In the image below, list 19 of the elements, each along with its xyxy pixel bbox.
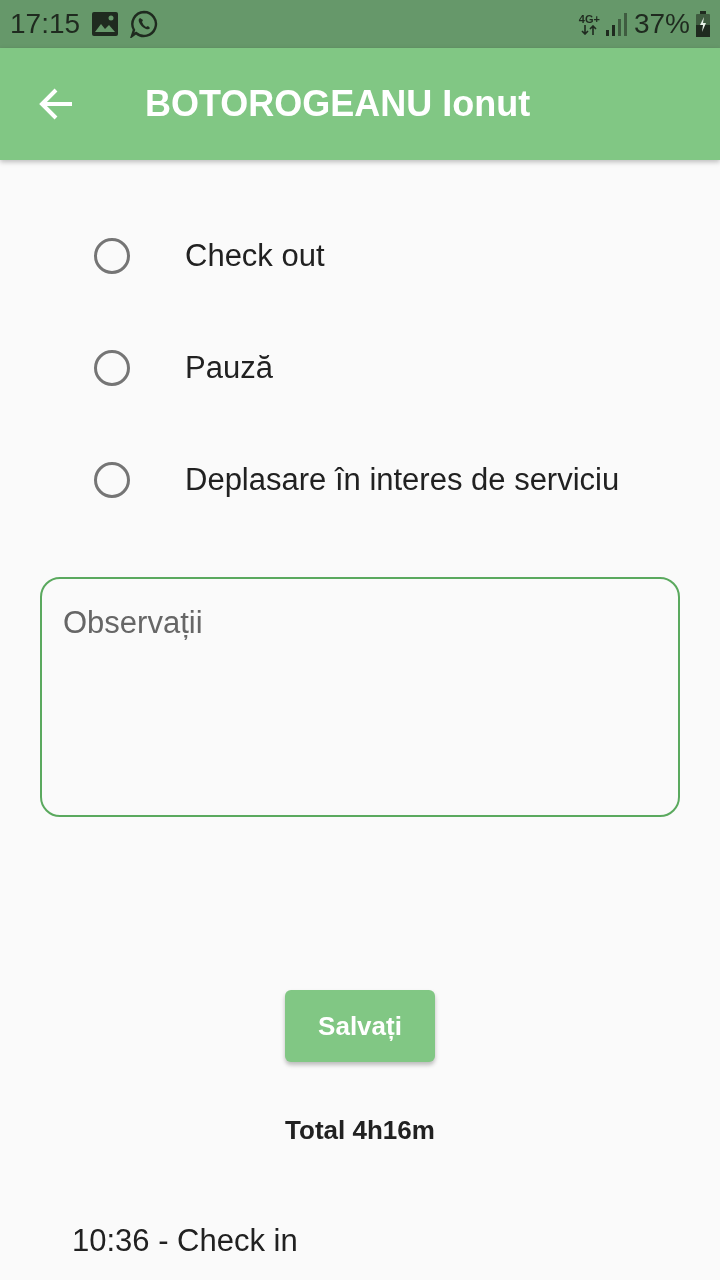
total-duration: Total 4h16m xyxy=(285,1115,435,1145)
radio-label[interactable]: Check out xyxy=(185,238,325,274)
radio-button[interactable] xyxy=(94,238,130,274)
signal-icon xyxy=(605,12,628,36)
radio-label[interactable]: Deplasare în interes de serviciu xyxy=(185,462,620,498)
battery-charging-icon xyxy=(696,11,710,37)
app-bar-title: BOTOROGEANU Ionut xyxy=(145,86,531,122)
back-arrow-icon xyxy=(39,88,73,120)
battery-percent: 37% xyxy=(633,10,690,38)
chat-phone-icon xyxy=(130,10,159,38)
radio-button[interactable] xyxy=(94,350,130,386)
status-time: 17:15 xyxy=(10,10,81,38)
notes-field[interactable]: Observații xyxy=(40,577,680,817)
log-entry: 10:36 - Check in xyxy=(72,1223,298,1259)
network-type: 4G+ xyxy=(578,13,600,25)
radio-label[interactable]: Pauză xyxy=(185,350,273,386)
radio-button[interactable] xyxy=(94,462,130,498)
image-icon xyxy=(92,12,119,36)
data-arrows-icon xyxy=(580,24,599,35)
